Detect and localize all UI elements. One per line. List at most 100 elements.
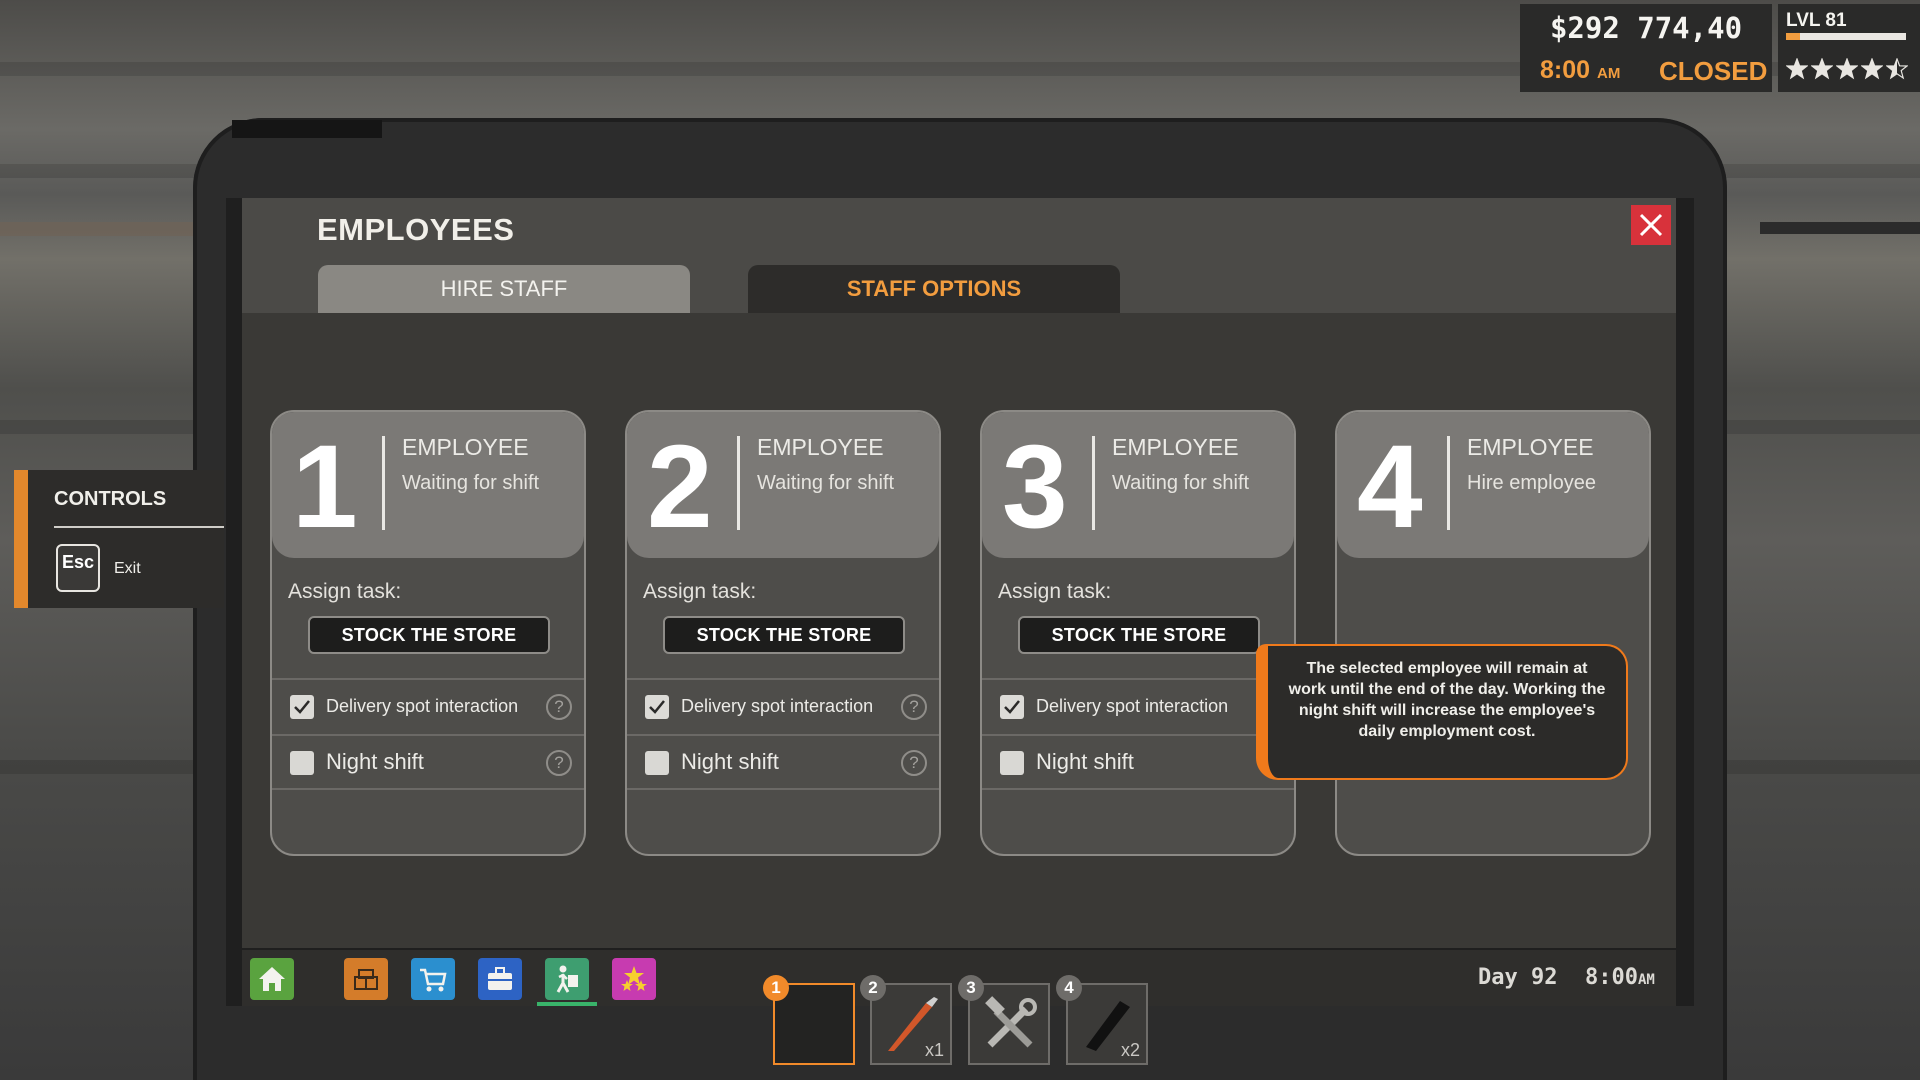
management-app-button[interactable] bbox=[478, 958, 522, 1000]
night-shift-checkbox[interactable] bbox=[1000, 751, 1024, 775]
night-shift-label: Night shift bbox=[326, 749, 424, 774]
checkmark-icon bbox=[649, 700, 665, 714]
delivery-spot-checkbox[interactable] bbox=[645, 695, 669, 719]
checkmark-icon bbox=[1004, 700, 1020, 714]
close-icon bbox=[1639, 213, 1663, 237]
night-shift-tooltip: The selected employee will remain at wor… bbox=[1256, 644, 1628, 780]
rating-star-icon bbox=[1886, 58, 1908, 80]
employee-role: EMPLOYEE bbox=[1467, 434, 1594, 460]
rating-star-icon bbox=[1861, 58, 1883, 80]
home-icon bbox=[259, 967, 285, 991]
stars-icon bbox=[621, 966, 647, 991]
employee-number: 3 bbox=[1002, 421, 1068, 553]
hotbar-number-1: 1 bbox=[763, 975, 789, 1001]
monitor-bracket bbox=[232, 120, 382, 138]
game-clock-time: 8:00 bbox=[1540, 56, 1591, 84]
employee-status: Waiting for shift bbox=[757, 472, 895, 494]
assign-task-label: Assign task: bbox=[643, 580, 757, 603]
night-shift-checkbox[interactable] bbox=[290, 751, 314, 775]
tools-icon bbox=[985, 996, 1037, 1048]
game-clock-suffix: AM bbox=[1597, 65, 1621, 82]
hotbar-number-2: 2 bbox=[860, 975, 886, 1001]
night-shift-checkbox[interactable] bbox=[645, 751, 669, 775]
item-quantity: x2 bbox=[1120, 1040, 1140, 1060]
delivery-spot-checkbox[interactable] bbox=[290, 695, 314, 719]
assign-task-button[interactable]: STOCK THE STORE bbox=[308, 616, 550, 654]
help-icon[interactable]: ? bbox=[546, 750, 572, 776]
money-display: $292 774,40 bbox=[1520, 4, 1772, 52]
employee-role: EMPLOYEE bbox=[402, 434, 529, 460]
rating-star-icon bbox=[1786, 58, 1808, 80]
exit-label: Exit bbox=[114, 560, 141, 577]
delivery-spot-label: Delivery spot interaction bbox=[326, 696, 519, 716]
store-status: CLOSED bbox=[1659, 56, 1768, 86]
delivery-spot-row: Delivery spot interaction bbox=[982, 678, 1294, 734]
cart-icon bbox=[420, 968, 447, 992]
delivery-spot-label: Delivery spot interaction bbox=[681, 696, 874, 716]
night-shift-row: Night shift ? bbox=[272, 734, 584, 790]
employee-card-3: 3 EMPLOYEE Waiting for shift Assign task… bbox=[980, 410, 1296, 856]
employee-status: Waiting for shift bbox=[402, 472, 540, 494]
help-icon[interactable]: ? bbox=[901, 750, 927, 776]
assign-task-label: Assign task: bbox=[288, 580, 402, 603]
active-app-indicator bbox=[537, 1002, 597, 1006]
hire-employee-link[interactable]: Hire employee bbox=[1467, 472, 1596, 495]
delivery-spot-row: Delivery spot interaction ? bbox=[627, 678, 939, 734]
game-clock: 8:00 AM bbox=[1540, 56, 1620, 85]
tab-staff-options[interactable]: STAFF OPTIONS bbox=[748, 265, 1120, 313]
checkmark-icon bbox=[294, 700, 310, 714]
header-divider bbox=[737, 436, 740, 530]
xp-bar bbox=[1786, 33, 1906, 40]
employees-app-button[interactable] bbox=[545, 958, 589, 1000]
products-app-button[interactable] bbox=[344, 958, 388, 1000]
night-shift-label: Night shift bbox=[1036, 749, 1134, 774]
assign-task-button[interactable]: STOCK THE STORE bbox=[663, 616, 905, 654]
delivery-spot-label: Delivery spot interaction bbox=[1036, 696, 1229, 716]
item-quantity: x1 bbox=[924, 1040, 944, 1060]
xp-bar-fill bbox=[1786, 33, 1801, 40]
employee-number: 2 bbox=[647, 421, 713, 553]
shelf-right bbox=[1760, 222, 1920, 234]
rating-star-icon bbox=[1836, 58, 1858, 80]
home-app-button[interactable] bbox=[250, 958, 294, 1000]
store-rating bbox=[1786, 58, 1908, 80]
employee-card-1: 1 EMPLOYEE Waiting for shift Assign task… bbox=[270, 410, 586, 856]
header-divider bbox=[1447, 436, 1450, 530]
delivery-spot-row: Delivery spot interaction ? bbox=[272, 678, 584, 734]
close-button[interactable] bbox=[1631, 205, 1671, 245]
taskbar-time-suffix: AM bbox=[1637, 972, 1655, 988]
ratings-app-button[interactable] bbox=[612, 958, 656, 1000]
shelf-left bbox=[0, 222, 210, 236]
assign-task-button[interactable]: STOCK THE STORE bbox=[1018, 616, 1260, 654]
employee-number: 4 bbox=[1357, 421, 1423, 553]
briefcase-icon bbox=[488, 967, 512, 990]
employee-number: 1 bbox=[292, 421, 358, 553]
controls-divider bbox=[54, 526, 224, 528]
controls-title: CONTROLS bbox=[54, 488, 167, 510]
employee-card-4[interactable]: 4 EMPLOYEE Hire employee bbox=[1335, 410, 1651, 856]
tab-hire-staff[interactable]: HIRE STAFF bbox=[318, 265, 690, 313]
employee-role: EMPLOYEE bbox=[1112, 434, 1239, 460]
header-divider bbox=[1092, 436, 1095, 530]
delivery-spot-checkbox[interactable] bbox=[1000, 695, 1024, 719]
esc-key-icon: Esc bbox=[56, 544, 100, 592]
employee-status: Waiting for shift bbox=[1112, 472, 1250, 494]
assign-task-label: Assign task: bbox=[998, 580, 1112, 603]
controls-panel: CONTROLS Esc Exit bbox=[14, 470, 224, 608]
hotbar-number-3: 3 bbox=[958, 975, 984, 1001]
help-icon[interactable]: ? bbox=[901, 694, 927, 720]
hotbar-number-4: 4 bbox=[1056, 975, 1082, 1001]
boxes-icon bbox=[354, 969, 378, 990]
night-shift-row: Night shift bbox=[982, 734, 1294, 790]
market-app-button[interactable] bbox=[411, 958, 455, 1000]
night-shift-row: Night shift ? bbox=[627, 734, 939, 790]
taskbar-clock: 8:00AM bbox=[1585, 965, 1655, 990]
night-shift-label: Night shift bbox=[681, 749, 779, 774]
level-label: LVL 81 bbox=[1786, 10, 1847, 31]
taskbar-time: 8:00 bbox=[1585, 965, 1638, 990]
employee-card-2: 2 EMPLOYEE Waiting for shift Assign task… bbox=[625, 410, 941, 856]
rating-star-icon bbox=[1811, 58, 1833, 80]
header-divider bbox=[382, 436, 385, 530]
employee-icon bbox=[556, 965, 578, 993]
help-icon[interactable]: ? bbox=[546, 694, 572, 720]
